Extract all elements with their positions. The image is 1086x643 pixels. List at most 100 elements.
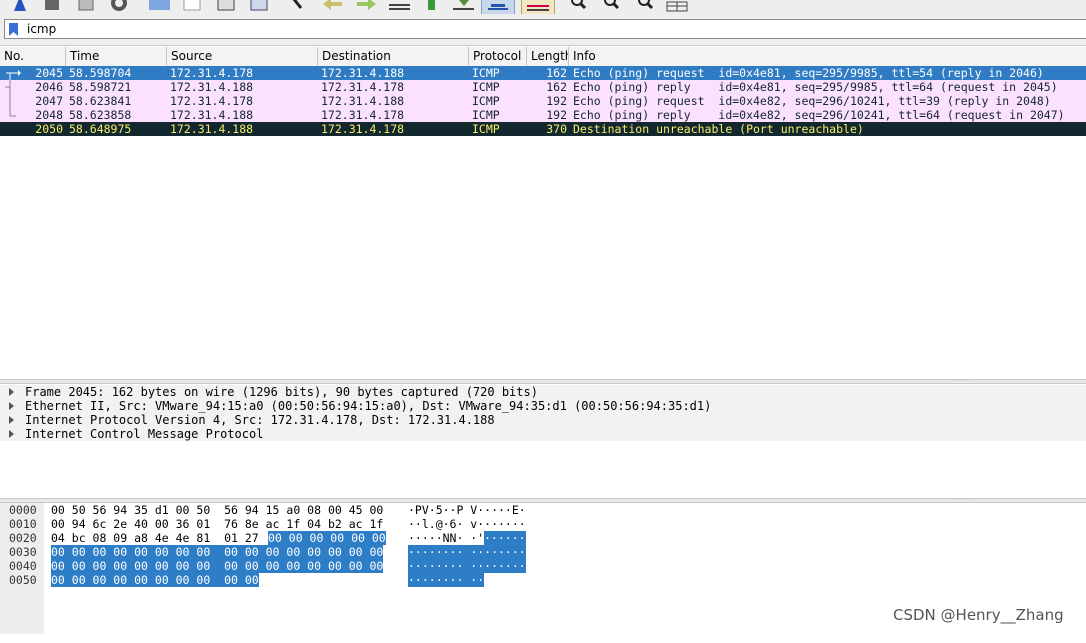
bytes-ascii-highlight[interactable]: ········ ········ xyxy=(408,559,526,573)
bytes-ascii-highlight[interactable]: ········ ········ xyxy=(408,545,526,559)
packet-row[interactable]: 2045 58.598704 172.31.4.178 172.31.4.188… xyxy=(0,66,1086,80)
packet-source: 172.31.4.178 xyxy=(170,66,254,80)
packet-time: 58.648975 xyxy=(69,122,132,136)
packet-time: 58.598721 xyxy=(69,80,132,94)
packet-destination: 172.31.4.188 xyxy=(321,94,405,108)
zoom-out-icon[interactable] xyxy=(602,0,620,12)
bytes-hex-highlight[interactable]: 00 00 00 00 00 00 xyxy=(268,531,386,545)
packet-row[interactable]: 2047 58.623841 172.31.4.178 172.31.4.188… xyxy=(0,94,1086,108)
bytes-ascii[interactable]: ··l.@·6· v······· xyxy=(408,517,526,531)
column-header-length[interactable]: Length xyxy=(527,47,569,66)
bytes-ascii-highlight[interactable]: ········ ·· xyxy=(408,573,485,587)
column-header-info[interactable]: Info xyxy=(569,47,1086,66)
reload-icon[interactable] xyxy=(250,0,268,12)
packet-no: 2047 xyxy=(35,94,63,108)
bytes-offset: 0010 xyxy=(9,517,37,531)
column-header-protocol[interactable]: Protocol xyxy=(469,47,527,66)
zoom-in-icon[interactable] xyxy=(569,0,587,12)
packet-no: 2050 xyxy=(35,122,63,136)
bytes-row: 0000 00 50 56 94 35 d1 00 50 56 94 15 a0… xyxy=(0,503,1086,517)
bytes-row: 0020 04 bc 08 09 a8 4e 4e 81 01 27 00 00… xyxy=(0,531,1086,545)
packet-row[interactable]: 2046 58.598721 172.31.4.188 172.31.4.178… xyxy=(0,80,1086,94)
first-packet-icon[interactable] xyxy=(423,0,441,12)
detail-tree-item[interactable]: Frame 2045: 162 bytes on wire (1296 bits… xyxy=(0,385,1086,399)
packet-destination: 172.31.4.178 xyxy=(321,108,405,122)
detail-text: Internet Control Message Protocol xyxy=(25,427,264,441)
packet-info: Echo (ping) reply id=0x4e82, seq=296/102… xyxy=(573,108,1065,122)
close-file-icon[interactable] xyxy=(217,0,235,12)
bytes-offset: 0040 xyxy=(9,559,37,573)
save-file-icon[interactable] xyxy=(183,0,201,12)
packet-destination: 172.31.4.178 xyxy=(321,80,405,94)
packet-info: Destination unreachable (Port unreachabl… xyxy=(573,122,864,136)
bytes-offset: 0030 xyxy=(9,545,37,559)
packet-destination: 172.31.4.188 xyxy=(321,66,405,80)
detail-tree-item[interactable]: Internet Control Message Protocol xyxy=(0,427,1086,441)
column-header-time[interactable]: Time xyxy=(66,47,167,66)
find-packet-icon[interactable] xyxy=(289,0,307,12)
filter-text: icmp xyxy=(27,22,57,36)
packet-protocol: ICMP xyxy=(472,94,500,108)
expand-triangle-icon[interactable] xyxy=(9,416,14,424)
expand-triangle-icon[interactable] xyxy=(9,402,14,410)
packet-row[interactable]: 2048 58.623858 172.31.4.188 172.31.4.178… xyxy=(0,108,1086,122)
bytes-row: 0040 00 00 00 00 00 00 00 00 00 00 00 00… xyxy=(0,559,1086,573)
resize-columns-icon[interactable] xyxy=(666,0,688,12)
packet-length: 370 xyxy=(546,122,567,136)
packet-list-pane: No. Time Source Destination Protocol Len… xyxy=(0,45,1086,380)
bytes-ascii[interactable]: ·····NN· ·' xyxy=(408,531,484,545)
packet-length: 192 xyxy=(546,108,567,122)
packet-protocol: ICMP xyxy=(472,122,500,136)
column-header-source[interactable]: Source xyxy=(167,47,318,66)
capture-options-icon[interactable] xyxy=(110,0,128,12)
packet-protocol: ICMP xyxy=(472,108,500,122)
packet-source: 172.31.4.188 xyxy=(170,108,254,122)
bytes-hex-highlight[interactable]: 00 00 00 00 00 00 00 00 00 00 xyxy=(51,573,259,587)
packet-time: 58.623858 xyxy=(69,108,132,122)
packet-info: Echo (ping) reply id=0x4e81, seq=295/998… xyxy=(573,80,1058,94)
bytes-offset: 0050 xyxy=(9,573,37,587)
packet-row[interactable]: 2050 58.648975 172.31.4.188 172.31.4.178… xyxy=(0,122,1086,136)
packet-length: 162 xyxy=(546,66,567,80)
go-forward-icon[interactable] xyxy=(355,0,376,12)
bytes-ascii-highlight[interactable]: ······ xyxy=(484,531,526,545)
packet-protocol: ICMP xyxy=(472,66,500,80)
detail-text: Ethernet II, Src: VMware_94:15:a0 (00:50… xyxy=(25,399,712,413)
go-back-icon[interactable] xyxy=(322,0,342,12)
packet-source: 172.31.4.188 xyxy=(170,80,254,94)
filter-bookmark-icon[interactable] xyxy=(9,23,19,36)
bytes-hex[interactable]: 04 bc 08 09 a8 4e 4e 81 01 27 xyxy=(51,531,266,545)
column-header-no[interactable]: No. xyxy=(0,47,66,66)
normal-size-icon[interactable] xyxy=(636,0,654,12)
bytes-hex-highlight[interactable]: 00 00 00 00 00 00 00 00 00 00 00 00 00 0… xyxy=(51,559,384,573)
bytes-offset: 0020 xyxy=(9,531,37,545)
column-header-destination[interactable]: Destination xyxy=(318,47,469,66)
bytes-ascii[interactable]: ·PV·5··P V·····E· xyxy=(408,503,526,517)
bytes-hex[interactable]: 00 50 56 94 35 d1 00 50 56 94 15 a0 08 0… xyxy=(51,503,383,517)
detail-tree-item[interactable]: Ethernet II, Src: VMware_94:15:a0 (00:50… xyxy=(0,399,1086,413)
last-packet-icon[interactable] xyxy=(453,0,474,12)
main-toolbar xyxy=(0,0,1086,14)
expand-triangle-icon[interactable] xyxy=(9,430,14,438)
stop-capture-icon[interactable] xyxy=(43,0,61,12)
bytes-hex-highlight[interactable]: 00 00 00 00 00 00 00 00 00 00 00 00 00 0… xyxy=(51,545,384,559)
shark-fin-start-icon[interactable] xyxy=(11,0,29,12)
colorize-icon[interactable] xyxy=(521,0,555,14)
display-filter-bar: icmp xyxy=(0,14,1086,45)
auto-scroll-icon[interactable] xyxy=(481,0,515,14)
bytes-hex[interactable]: 00 94 6c 2e 40 00 36 01 76 8e ac 1f 04 b… xyxy=(51,517,383,531)
detail-text: Frame 2045: 162 bytes on wire (1296 bits… xyxy=(25,385,538,399)
bytes-row: 0050 00 00 00 00 00 00 00 00 00 00 ·····… xyxy=(0,573,1086,587)
restart-capture-icon[interactable] xyxy=(77,0,95,12)
bytes-offset: 0000 xyxy=(9,503,37,517)
packet-source: 172.31.4.188 xyxy=(170,122,254,136)
packet-list-header: No. Time Source Destination Protocol Len… xyxy=(0,47,1086,67)
bytes-row: 0010 00 94 6c 2e 40 00 36 01 76 8e ac 1f… xyxy=(0,517,1086,531)
expand-triangle-icon[interactable] xyxy=(9,388,14,396)
display-filter-input[interactable]: icmp xyxy=(4,19,1086,39)
detail-tree-item[interactable]: Internet Protocol Version 4, Src: 172.31… xyxy=(0,413,1086,427)
open-file-icon[interactable] xyxy=(149,0,170,12)
packet-info: Echo (ping) request id=0x4e82, seq=296/1… xyxy=(573,94,1051,108)
go-to-packet-icon[interactable] xyxy=(389,0,410,12)
packet-info: Echo (ping) request id=0x4e81, seq=295/9… xyxy=(573,66,1044,80)
